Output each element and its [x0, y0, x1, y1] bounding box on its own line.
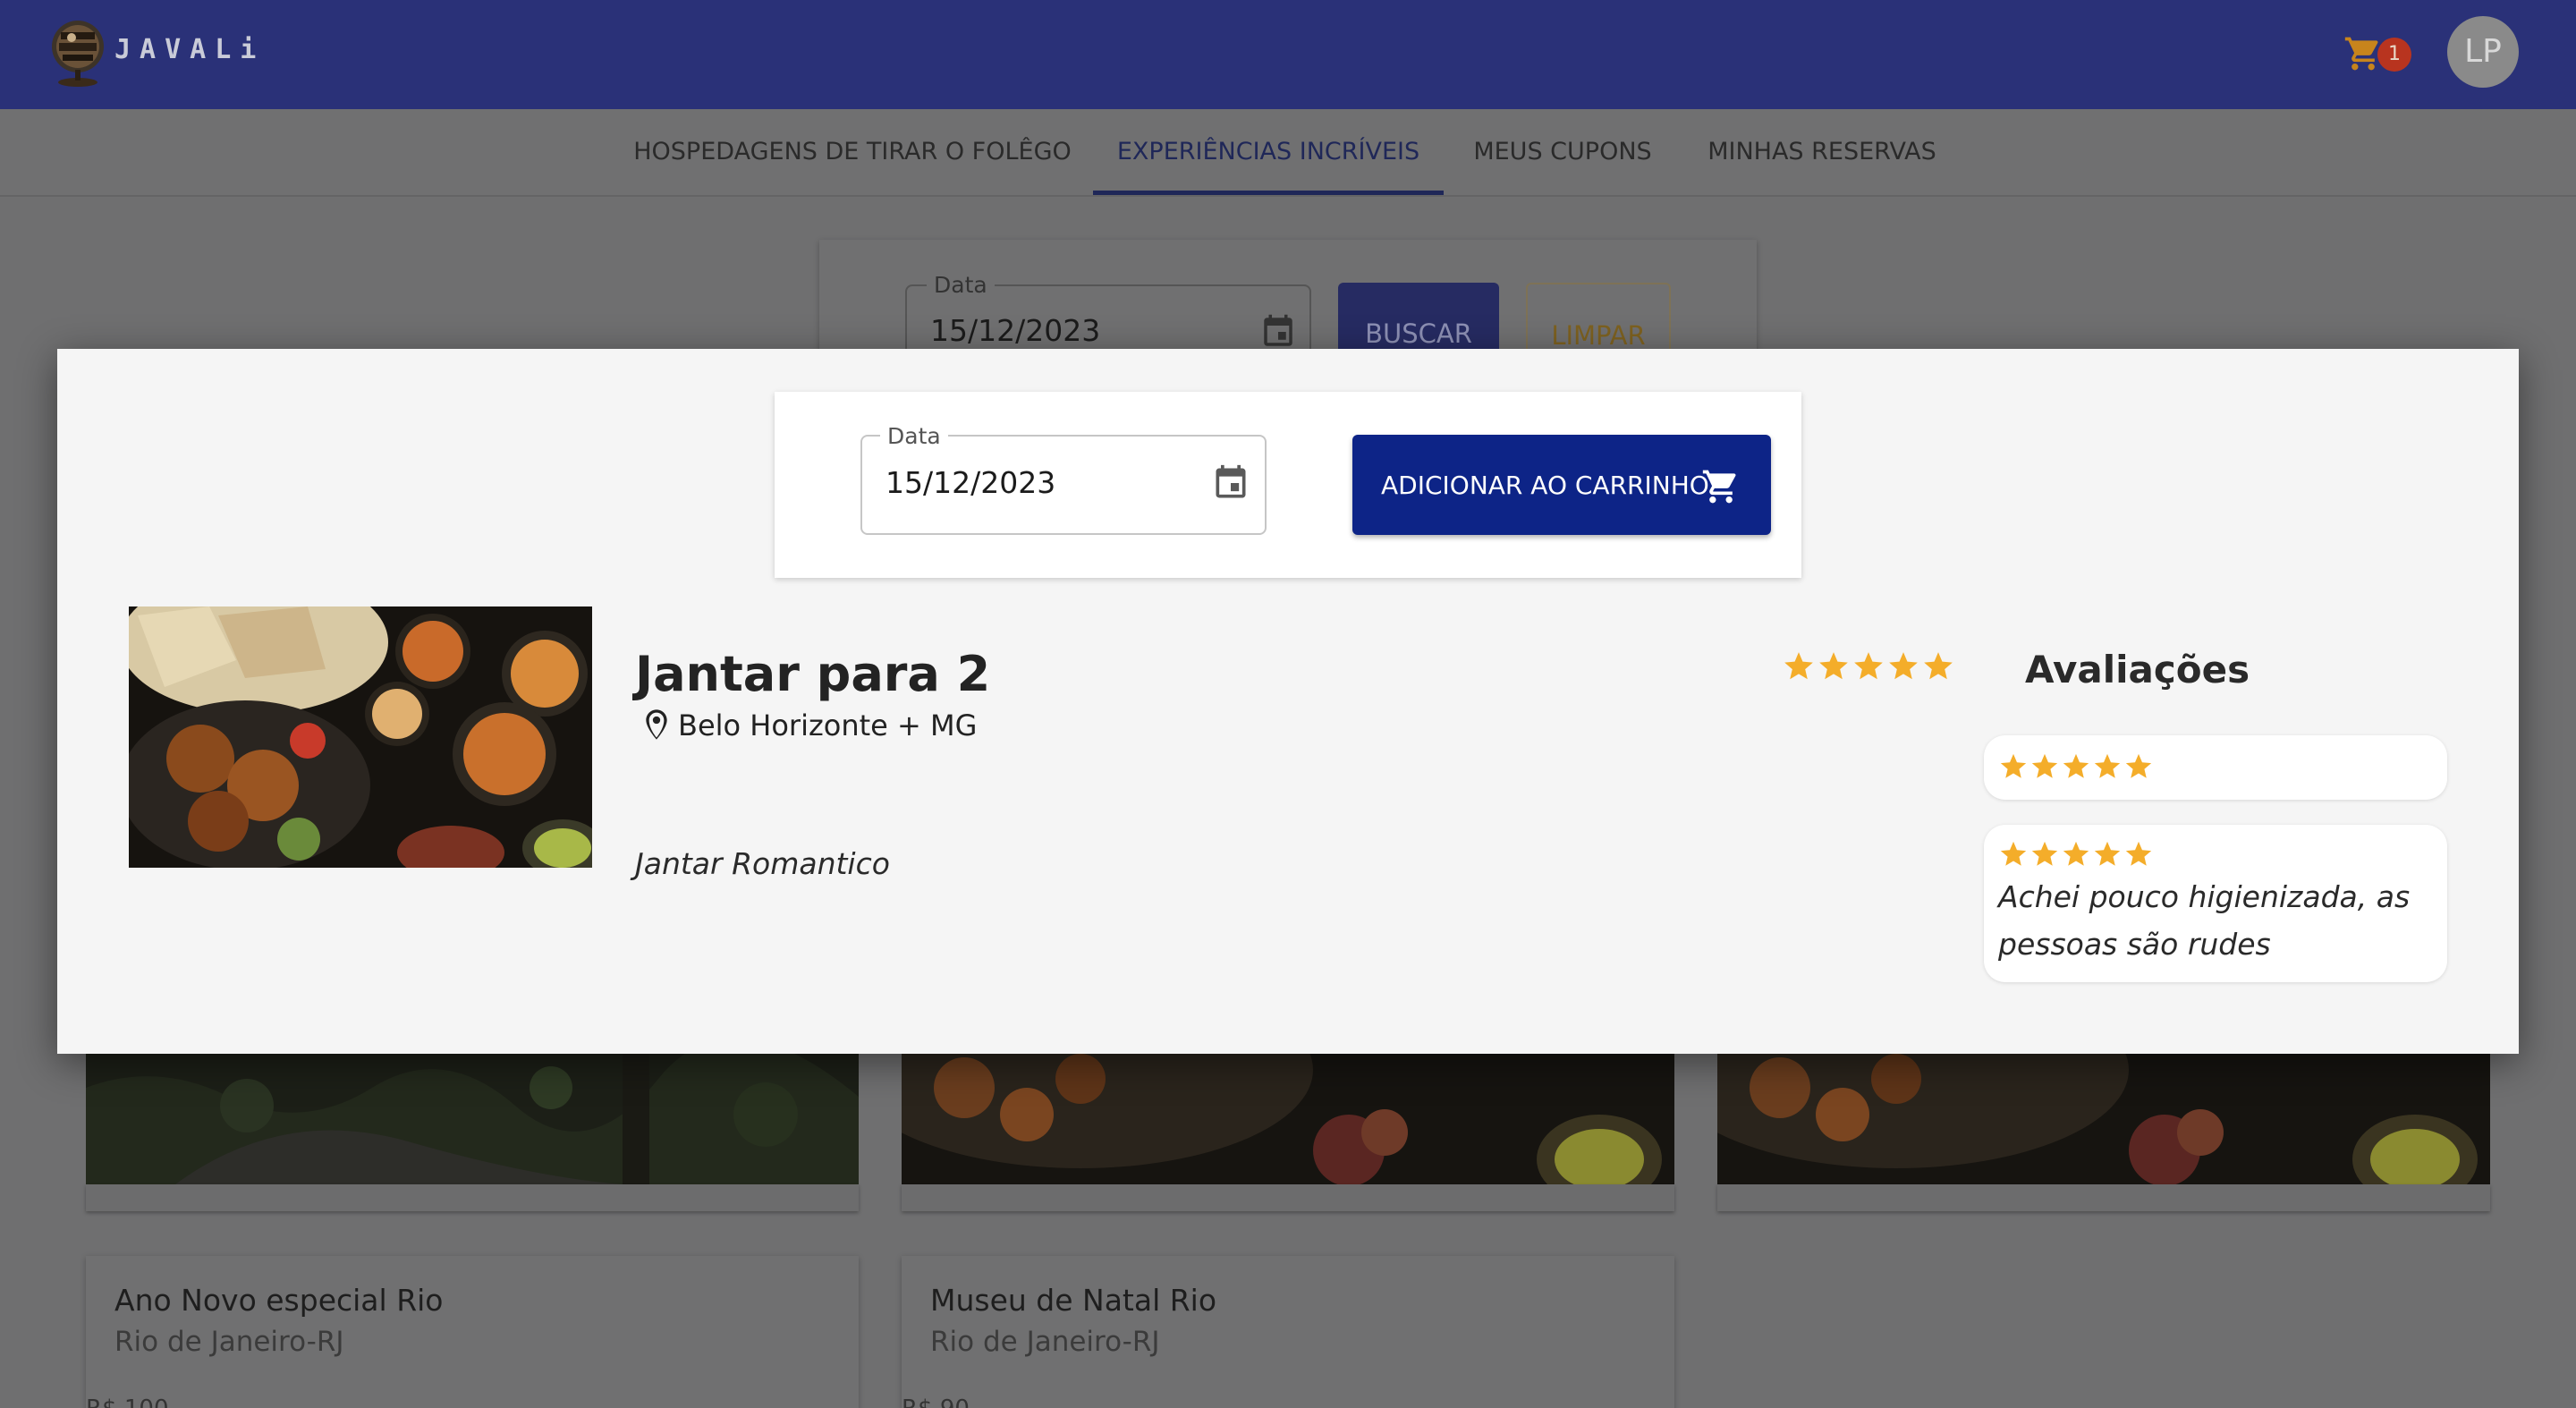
app-bar: JAVALi 1 LP — [0, 0, 2576, 109]
filter-date-value: 15/12/2023 — [930, 313, 1101, 348]
experience-card[interactable]: Museu de Natal Rio Rio de Janeiro-RJ R$ … — [902, 1256, 1674, 1408]
star-icon — [2094, 841, 2121, 866]
user-avatar[interactable]: LP — [2447, 16, 2519, 88]
cart-button[interactable]: 1 — [2342, 27, 2411, 81]
card-title: Ano Novo especial Rio — [114, 1283, 444, 1318]
card-title: Museu de Natal Rio — [930, 1283, 1217, 1318]
search-filter-card: Data 15/12/2023 BUSCAR LIMPAR — [819, 240, 1757, 383]
experience-photo — [129, 606, 592, 868]
card-footer — [1717, 1184, 2490, 1211]
star-icon — [1819, 652, 1848, 680]
tab-experiencias[interactable]: EXPERIÊNCIAS INCRÍVEIS — [1093, 109, 1444, 195]
booking-date-value: 15/12/2023 — [886, 465, 1056, 500]
tab-hospedagens[interactable]: HOSPEDAGENS DE TIRAR O FOLÊGO — [626, 109, 1079, 195]
calendar-icon[interactable] — [1259, 313, 1297, 351]
card-price: R$ 90 — [902, 1395, 970, 1408]
star-icon — [2125, 841, 2152, 866]
experience-card[interactable]: Ano Novo especial Rio Rio de Janeiro-RJ … — [86, 1256, 859, 1408]
booking-date-label: Data — [880, 423, 948, 449]
javali-logo[interactable] — [50, 18, 106, 89]
brand-name: JAVALi — [114, 34, 266, 65]
filter-date-label: Data — [927, 272, 995, 298]
star-icon — [2031, 753, 2058, 778]
cart-count-badge: 1 — [2377, 38, 2411, 72]
review-text: Achei pouco higienizada, as pessoas são … — [1998, 879, 2411, 962]
calendar-icon[interactable] — [1211, 463, 1250, 503]
experience-rating-stars — [1782, 649, 1956, 687]
star-icon — [2063, 841, 2089, 866]
star-icon — [2063, 753, 2089, 778]
experience-location-text: Belo Horizonte + MG — [678, 708, 978, 742]
card-location: Rio de Janeiro-RJ — [114, 1326, 344, 1358]
tab-minhas-reservas[interactable]: MINHAS RESERVAS — [1682, 109, 1962, 195]
star-icon — [1924, 652, 1953, 680]
add-to-cart-card: Data 15/12/2023 ADICIONAR AO CARRINHO — [775, 392, 1801, 578]
star-icon — [1784, 652, 1813, 680]
cart-icon — [1702, 470, 1736, 504]
card-image-dinner[interactable] — [1664, 971, 2490, 1204]
star-icon — [2125, 753, 2152, 778]
star-icon — [2094, 753, 2121, 778]
card-image-trail[interactable] — [86, 1038, 859, 1184]
review-rating-stars — [1998, 839, 2155, 873]
review-card — [1984, 735, 2447, 800]
star-icon — [1854, 652, 1883, 680]
tabs-bar: HOSPEDAGENS DE TIRAR O FOLÊGO EXPERIÊNCI… — [0, 109, 2576, 197]
star-icon — [2000, 753, 2027, 778]
review-rating-stars — [1998, 751, 2155, 785]
add-to-cart-button[interactable]: ADICIONAR AO CARRINHO — [1352, 435, 1771, 535]
card-price: R$ 100 — [86, 1395, 169, 1408]
star-icon — [2031, 841, 2058, 866]
card-footer — [86, 1184, 859, 1211]
experience-detail-modal: Data 15/12/2023 ADICIONAR AO CARRINHO Ja… — [57, 349, 2519, 1054]
review-card: Achei pouco higienizada, as pessoas são … — [1984, 825, 2447, 982]
star-icon — [2000, 841, 2027, 866]
star-icon — [1889, 652, 1918, 680]
tab-meus-cupons[interactable]: MEUS CUPONS — [1458, 109, 1667, 195]
card-image-dinner[interactable] — [848, 971, 1674, 1204]
booking-date-field[interactable]: Data 15/12/2023 — [860, 423, 1267, 535]
add-to-cart-label: ADICIONAR AO CARRINHO — [1381, 471, 1709, 500]
location-pin-icon — [646, 709, 667, 740]
card-location: Rio de Janeiro-RJ — [930, 1326, 1160, 1358]
card-footer — [902, 1184, 1674, 1211]
reviews-heading: Avaliações — [2025, 648, 2250, 691]
experience-title: Jantar para 2 — [635, 646, 991, 702]
experience-description: Jantar Romantico — [635, 846, 890, 881]
